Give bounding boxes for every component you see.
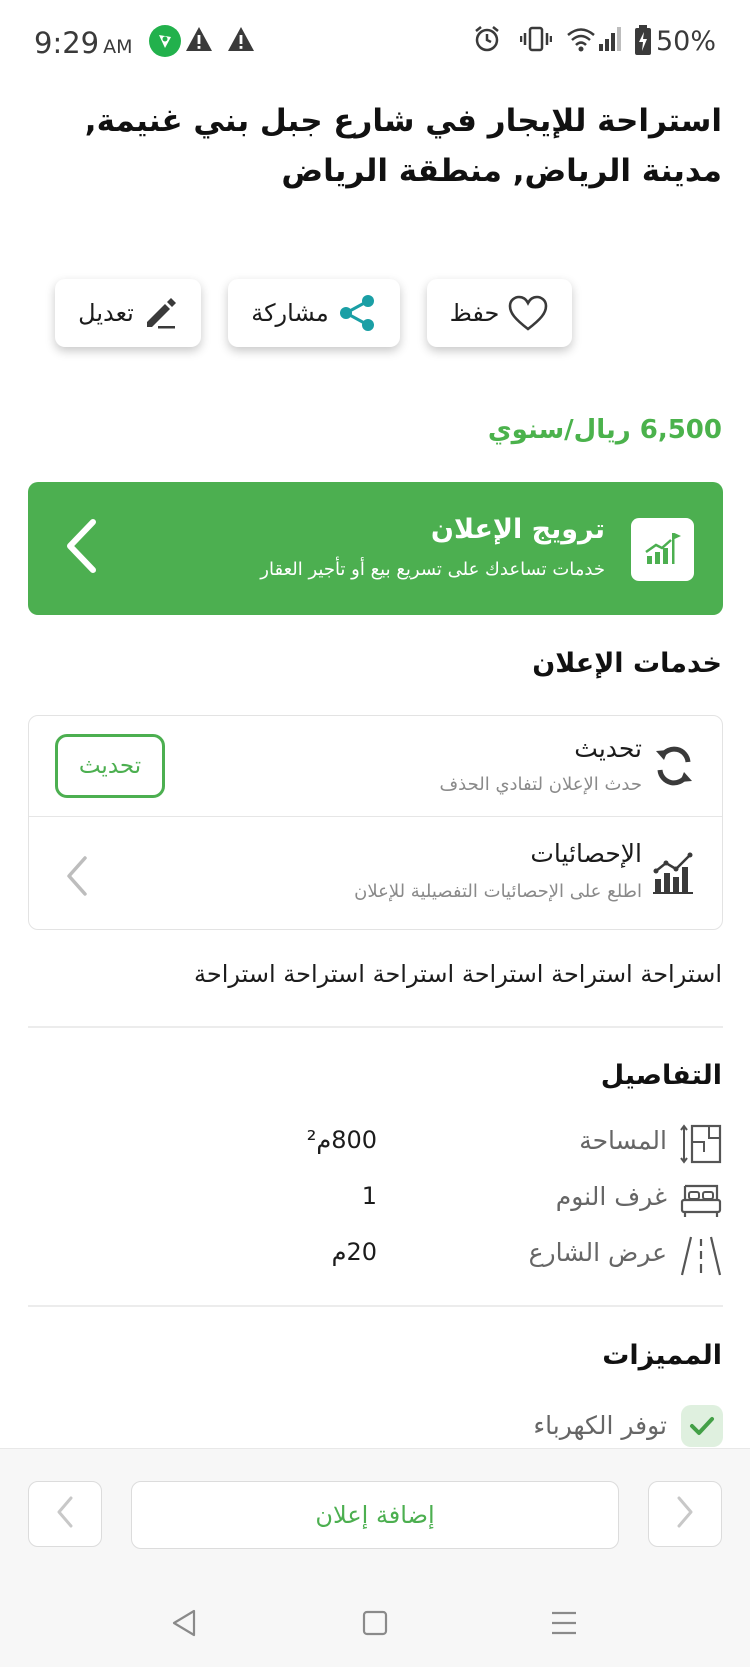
road-icon bbox=[679, 1234, 723, 1282]
save-button[interactable]: حفظ bbox=[427, 279, 572, 347]
divider bbox=[28, 1305, 723, 1307]
system-navigation-bar bbox=[0, 1578, 750, 1667]
bottom-action-bar: إضافة إعلان bbox=[0, 1448, 750, 1578]
check-icon bbox=[681, 1405, 723, 1447]
listing-price: 6,500 ريال/سنوي bbox=[487, 415, 722, 445]
divider bbox=[28, 1026, 723, 1028]
battery-percentage: 50% bbox=[655, 26, 716, 57]
statistics-subtitle: اطلع على الإحصائيات التفصيلية للإعلان bbox=[354, 881, 642, 902]
promo-icon-box bbox=[631, 518, 694, 581]
chevron-left-icon bbox=[64, 518, 98, 578]
statistics-icon bbox=[652, 849, 696, 899]
statistics-service-row[interactable]: الإحصائيات اطلع على الإحصائيات التفصيلية… bbox=[29, 817, 722, 929]
detail-value: 1 bbox=[361, 1182, 377, 1210]
heart-icon bbox=[507, 294, 549, 332]
chevron-right-icon bbox=[675, 1495, 695, 1533]
promote-listing-banner[interactable]: ترويج الإعلان خدمات تساعدك على تسريع بيع… bbox=[28, 482, 723, 615]
detail-label: غرف النوم bbox=[555, 1182, 667, 1211]
status-time-value: 9:29 bbox=[34, 26, 100, 60]
back-nav-icon[interactable] bbox=[170, 1608, 198, 1642]
details-heading: التفاصيل bbox=[600, 1060, 722, 1091]
next-listing-button[interactable] bbox=[648, 1481, 722, 1547]
listing-title: استراحة للإيجار في شارع جبل بني غنيمة, م… bbox=[84, 103, 722, 189]
chevron-left-icon bbox=[55, 1495, 75, 1533]
status-bar: 9:29 AM 50% bbox=[0, 0, 750, 86]
listing-description: استراحة استراحة استراحة استراحة استراحة … bbox=[194, 960, 722, 988]
share-button-label: مشاركة bbox=[251, 299, 329, 327]
promo-subtitle: خدمات تساعدك على تسريع بيع أو تأجير العق… bbox=[260, 559, 605, 580]
status-time-ampm: AM bbox=[103, 36, 133, 58]
promo-title: ترويج الإعلان bbox=[430, 514, 605, 545]
add-listing-button[interactable]: إضافة إعلان bbox=[131, 1481, 619, 1549]
status-time: 9:29 AM bbox=[34, 26, 133, 60]
recents-nav-icon[interactable] bbox=[550, 1608, 578, 1642]
detail-label: المساحة bbox=[579, 1126, 667, 1155]
services-heading: خدمات الإعلان bbox=[532, 648, 722, 679]
pencil-icon bbox=[142, 295, 178, 331]
detail-label: عرض الشارع bbox=[528, 1238, 667, 1267]
services-card: تحديث حدث الإعلان لتفادي الحذف تحديث الإ… bbox=[28, 715, 723, 930]
edit-button[interactable]: تعديل bbox=[55, 279, 201, 347]
refresh-subtitle: حدث الإعلان لتفادي الحذف bbox=[439, 774, 642, 795]
warning-icon bbox=[226, 24, 256, 58]
bed-icon bbox=[679, 1178, 723, 1226]
location-badge-icon bbox=[148, 24, 182, 62]
chevron-left-icon bbox=[65, 855, 89, 901]
signal-icon bbox=[598, 24, 624, 58]
share-icon bbox=[337, 293, 377, 333]
area-icon bbox=[679, 1122, 723, 1170]
wifi-icon bbox=[566, 24, 596, 58]
detail-row-area: المساحة 800م² bbox=[28, 1120, 723, 1170]
statistics-title: الإحصائيات bbox=[530, 839, 642, 868]
refresh-service-row: تحديث حدث الإعلان لتفادي الحذف تحديث bbox=[29, 716, 722, 817]
detail-row-bedrooms: غرف النوم 1 bbox=[28, 1176, 723, 1226]
warning-icon bbox=[184, 24, 214, 58]
refresh-icon bbox=[652, 744, 696, 792]
battery-icon bbox=[634, 24, 652, 60]
refresh-title: تحديث bbox=[574, 734, 642, 763]
vibrate-icon bbox=[519, 24, 553, 58]
detail-row-street-width: عرض الشارع 20م bbox=[28, 1232, 723, 1282]
share-button[interactable]: مشاركة bbox=[228, 279, 400, 347]
features-heading: المميزات bbox=[602, 1340, 722, 1371]
edit-button-label: تعديل bbox=[78, 299, 134, 327]
refresh-button[interactable]: تحديث bbox=[55, 734, 165, 798]
alarm-icon bbox=[472, 24, 502, 58]
save-button-label: حفظ bbox=[449, 299, 500, 327]
growth-chart-icon bbox=[644, 530, 682, 570]
detail-value: 800م² bbox=[306, 1126, 377, 1154]
feature-label: توفر الكهرباء bbox=[533, 1411, 667, 1440]
home-nav-icon[interactable] bbox=[362, 1608, 388, 1642]
previous-listing-button[interactable] bbox=[28, 1481, 102, 1547]
detail-value: 20م bbox=[331, 1238, 377, 1266]
